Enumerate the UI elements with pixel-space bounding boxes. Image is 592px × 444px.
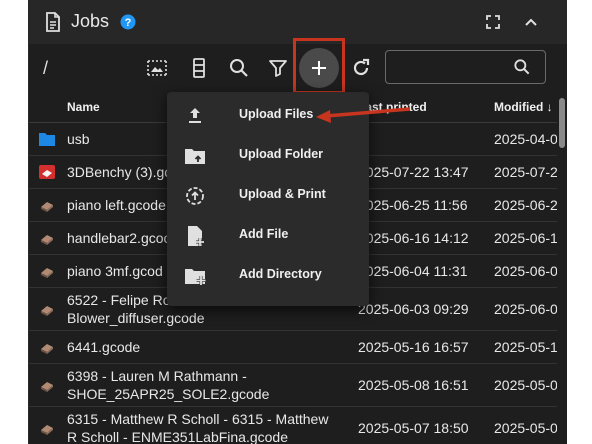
- callout-arrow: [316, 107, 411, 123]
